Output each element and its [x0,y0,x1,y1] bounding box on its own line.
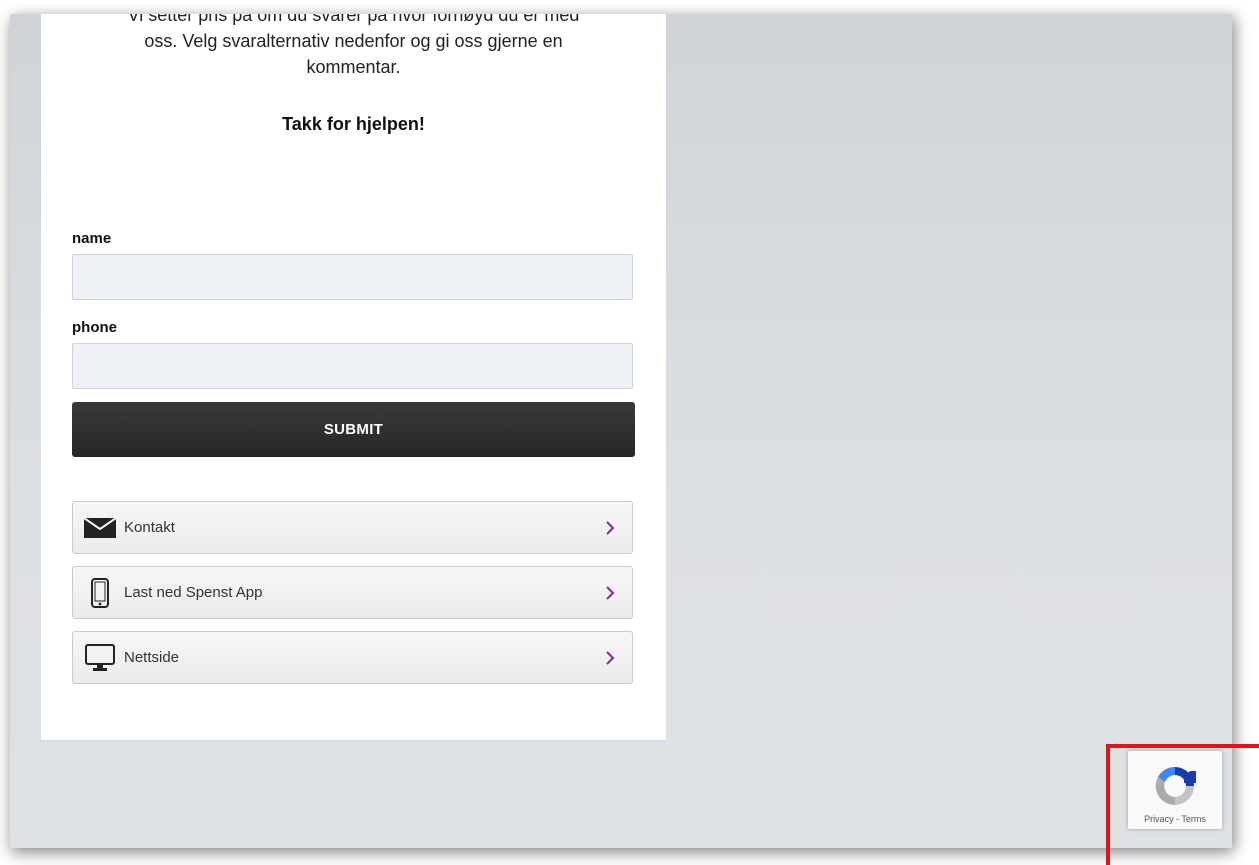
link-kontakt-label: Kontakt [124,519,175,536]
name-label: name [72,230,112,247]
chevron-right-icon [600,650,620,665]
thanks-heading: Takk for hjelpen! [282,114,425,134]
smartphone-icon [83,577,117,608]
name-input[interactable] [72,254,633,300]
chevron-right-icon [600,585,620,600]
intro-text: Vi setter pris på om du svarer på hvor f… [41,14,666,80]
phone-label: phone [72,319,117,336]
highlight-annotation [1106,744,1259,865]
link-spenst-app-label: Last ned Spenst App [124,584,263,601]
phone-input[interactable] [72,343,633,389]
desktop-monitor-icon [83,643,117,673]
link-nettside-label: Nettside [124,649,180,666]
link-nettside[interactable]: Nettside [72,631,633,684]
page-viewport: Vi setter pris på om du svarer på hvor f… [10,14,1232,848]
feedback-card: Vi setter pris på om du svarer på hvor f… [41,14,666,741]
link-spenst-app[interactable]: Last ned Spenst App [72,566,633,619]
intro-line-3: kommentar. [306,57,401,77]
envelope-icon [83,513,117,543]
intro-line-clipped: Vi setter pris på om du svarer på hvor f… [127,14,580,25]
submit-button[interactable]: SUBMIT [72,402,635,457]
link-kontakt[interactable]: Kontakt [72,501,633,554]
chevron-right-icon [600,520,620,535]
intro-line-2: oss. Velg svaralternativ nedenfor og gi … [144,31,563,51]
